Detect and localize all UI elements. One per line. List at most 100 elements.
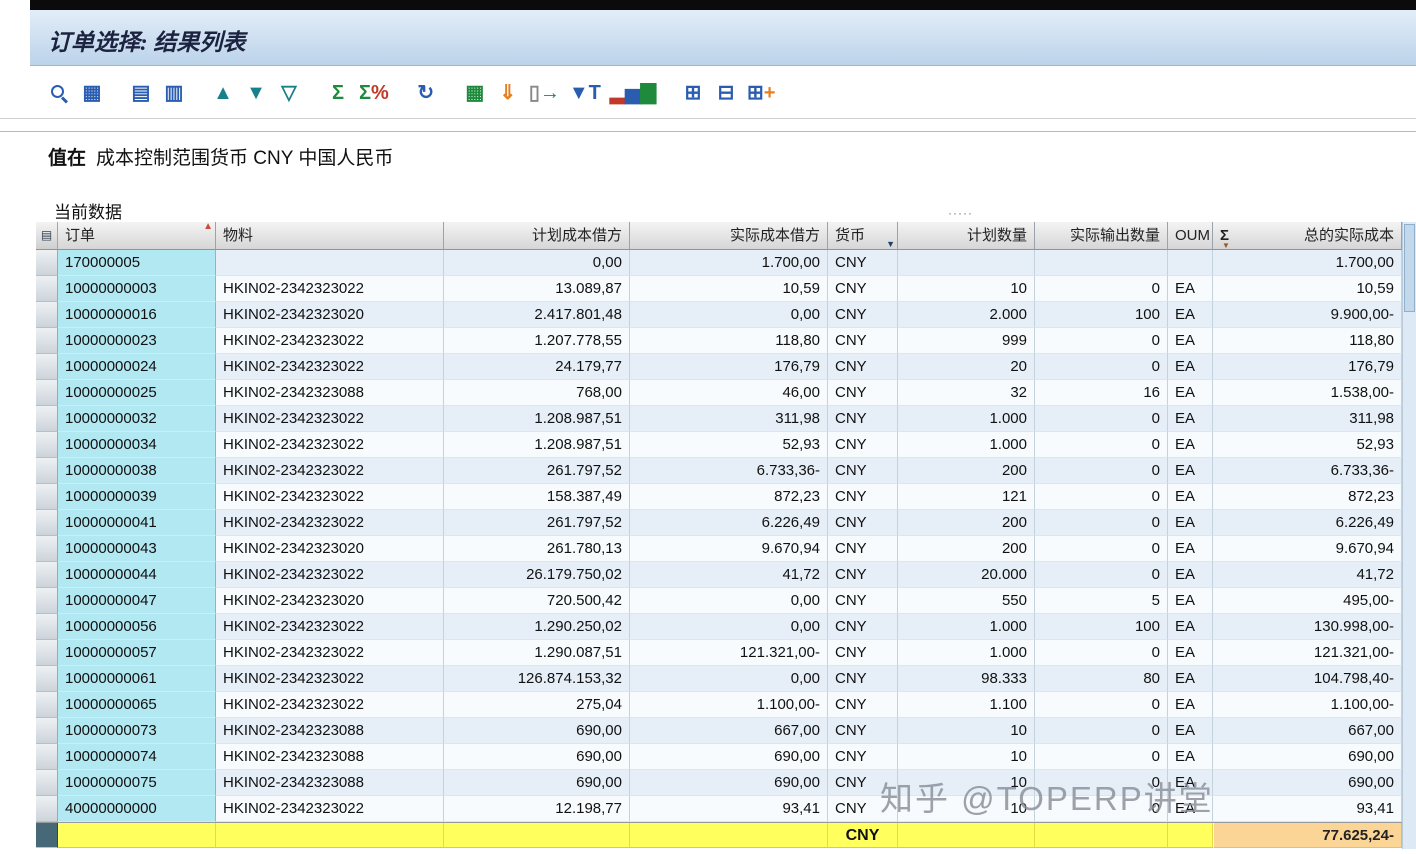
spreadsheet-view-icon[interactable]: ▦: [77, 77, 107, 109]
cell-plan_cost: 1.290.087,51: [444, 640, 630, 666]
column-header-order[interactable]: 订单▲: [58, 222, 216, 250]
change-layout-icon[interactable]: ⊟: [711, 77, 741, 109]
cell-order[interactable]: 10000000074: [58, 744, 216, 770]
graphic-glyph: ▂: [610, 83, 625, 103]
local-file-export-icon[interactable]: ▯→: [526, 77, 563, 109]
cell-order[interactable]: 10000000016: [58, 302, 216, 328]
drilldown-icon[interactable]: ↻: [411, 77, 441, 109]
row-selector[interactable]: [36, 458, 58, 484]
row-selector[interactable]: [36, 718, 58, 744]
row-selector[interactable]: [36, 328, 58, 354]
current-data-heading: 当前数据: [54, 198, 122, 223]
cell-actual_cost: 690,00: [630, 770, 828, 796]
cell-plan_cost: 690,00: [444, 718, 630, 744]
scrollbar-thumb[interactable]: [1404, 224, 1415, 312]
detail-list-icon[interactable]: ▥: [159, 77, 189, 109]
column-header-currency[interactable]: 货币▼: [828, 222, 898, 250]
sum-row-selector: [36, 823, 58, 848]
row-selector[interactable]: [36, 484, 58, 510]
column-header-actual_qty[interactable]: 实际输出数量: [1035, 222, 1168, 250]
save-layout-icon[interactable]: ⊞+: [744, 77, 778, 109]
cell-order[interactable]: 10000000039: [58, 484, 216, 510]
excel-export-icon[interactable]: ▦: [460, 77, 490, 109]
row-selector[interactable]: [36, 250, 58, 276]
cell-actual_qty: 100: [1035, 614, 1168, 640]
cell-currency: CNY: [828, 692, 898, 718]
column-header-total[interactable]: 总的实际成本Σ▼: [1213, 222, 1402, 250]
cell-currency: CNY: [828, 796, 898, 822]
toolbar-separator: [192, 77, 208, 109]
column-header-material[interactable]: 物料: [216, 222, 444, 250]
row-selector[interactable]: [36, 432, 58, 458]
cell-plan_cost: 261.780,13: [444, 536, 630, 562]
row-selector[interactable]: [36, 770, 58, 796]
cell-order[interactable]: 10000000034: [58, 432, 216, 458]
cell-actual_cost: 0,00: [630, 666, 828, 692]
fix-column-icon[interactable]: ⊞: [678, 77, 708, 109]
query-icon[interactable]: ▼T: [566, 77, 604, 109]
row-selector[interactable]: [36, 380, 58, 406]
cell-order[interactable]: 10000000003: [58, 276, 216, 302]
select-all-button[interactable]: ▤: [36, 222, 58, 250]
row-selector[interactable]: [36, 302, 58, 328]
row-selector[interactable]: [36, 354, 58, 380]
sort-descending-icon[interactable]: ▼: [241, 77, 271, 109]
cell-order[interactable]: 10000000061: [58, 666, 216, 692]
cell-total: 6.733,36-: [1213, 458, 1402, 484]
subtotal-icon[interactable]: Σ%: [356, 77, 392, 109]
cell-order[interactable]: 10000000057: [58, 640, 216, 666]
cell-order[interactable]: 10000000043: [58, 536, 216, 562]
cell-order[interactable]: 10000000023: [58, 328, 216, 354]
cell-order[interactable]: 10000000025: [58, 380, 216, 406]
cell-material: HKIN02-2342323022: [216, 796, 444, 822]
row-selector[interactable]: [36, 640, 58, 666]
cell-order[interactable]: 10000000047: [58, 588, 216, 614]
row-selector[interactable]: [36, 692, 58, 718]
cell-plan_qty: 1.000: [898, 432, 1035, 458]
cell-order[interactable]: 10000000032: [58, 406, 216, 432]
row-selector[interactable]: [36, 406, 58, 432]
column-label: 实际成本借方: [730, 227, 820, 244]
column-header-actual_cost[interactable]: 实际成本借方: [630, 222, 828, 250]
cell-order[interactable]: 170000005: [58, 250, 216, 276]
cell-oum: EA: [1168, 692, 1213, 718]
sum-empty-cell: [1168, 823, 1213, 848]
cell-currency: CNY: [828, 562, 898, 588]
sigma-sub-icon: ▼: [1222, 242, 1230, 250]
row-selector[interactable]: [36, 510, 58, 536]
column-header-plan_qty[interactable]: 计划数量: [898, 222, 1035, 250]
cell-order[interactable]: 10000000044: [58, 562, 216, 588]
column-header-oum[interactable]: OUM: [1168, 222, 1213, 250]
row-selector[interactable]: [36, 562, 58, 588]
cell-order[interactable]: 10000000065: [58, 692, 216, 718]
cell-order[interactable]: 10000000038: [58, 458, 216, 484]
column-label: 实际输出数量: [1070, 227, 1160, 244]
row-selector[interactable]: [36, 536, 58, 562]
total-icon[interactable]: Σ: [323, 77, 353, 109]
row-selector[interactable]: [36, 588, 58, 614]
cell-order[interactable]: 10000000041: [58, 510, 216, 536]
cell-order[interactable]: 10000000056: [58, 614, 216, 640]
cell-order[interactable]: 40000000000: [58, 796, 216, 822]
detail-display-icon[interactable]: ▤: [126, 77, 156, 109]
cell-order[interactable]: 10000000075: [58, 770, 216, 796]
filter-icon[interactable]: ▽: [274, 77, 304, 109]
row-selector[interactable]: [36, 666, 58, 692]
column-header-plan_cost[interactable]: 计划成本借方: [444, 222, 630, 250]
row-selector[interactable]: [36, 796, 58, 822]
sort-ascending-icon[interactable]: ▲: [208, 77, 238, 109]
vertical-scrollbar[interactable]: [1402, 222, 1416, 849]
cell-order[interactable]: 10000000024: [58, 354, 216, 380]
word-export-icon[interactable]: ⇓: [493, 77, 523, 109]
filter-indicator-icon: ▼: [886, 240, 895, 249]
row-selector[interactable]: [36, 276, 58, 302]
cell-actual_qty: 0: [1035, 562, 1168, 588]
table-row: 10000000024HKIN02-234232302224.179,77176…: [36, 354, 1402, 380]
cell-oum: [1168, 250, 1213, 276]
graphic-icon[interactable]: ▂▅▇: [607, 77, 659, 109]
row-selector[interactable]: [36, 614, 58, 640]
cell-order[interactable]: 10000000073: [58, 718, 216, 744]
find-icon[interactable]: [44, 77, 74, 109]
cell-material: HKIN02-2342323022: [216, 276, 444, 302]
row-selector[interactable]: [36, 744, 58, 770]
